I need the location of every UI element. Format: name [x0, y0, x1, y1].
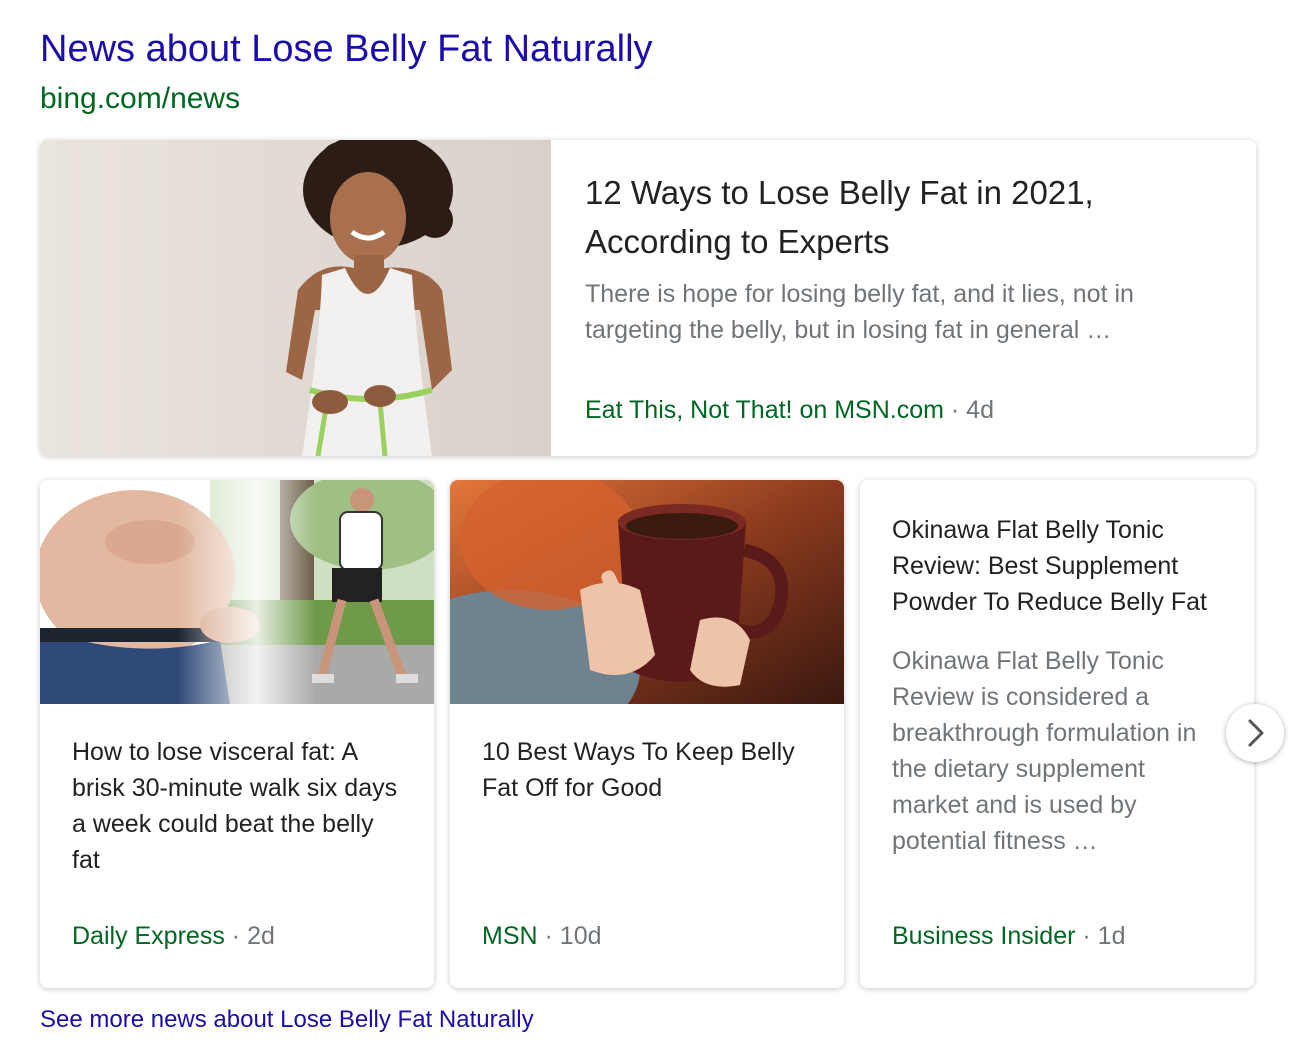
- featured-headline[interactable]: 12 Ways to Lose Belly Fat in 2021, Accor…: [585, 168, 1205, 266]
- chevron-right-icon: [1248, 719, 1264, 747]
- see-more-news-link[interactable]: See more news about Lose Belly Fat Natur…: [40, 1006, 534, 1034]
- featured-snippet: There is hope for losing belly fat, and …: [585, 280, 1134, 344]
- card-3-headline[interactable]: Okinawa Flat Belly Tonic Review: Best Su…: [892, 512, 1222, 620]
- card-1-source[interactable]: Daily Express: [72, 922, 225, 950]
- featured-source[interactable]: Eat This, Not That! on MSN.com: [585, 396, 944, 424]
- news-card-3[interactable]: Okinawa Flat Belly Tonic Review: Best Su…: [860, 480, 1254, 988]
- card-3-source[interactable]: Business Insider: [892, 922, 1075, 950]
- news-card-1[interactable]: How to lose visceral fat: A brisk 30-min…: [40, 480, 434, 988]
- source-url: bing.com/news: [40, 82, 241, 115]
- woman-measuring-waist-image[interactable]: [40, 140, 551, 456]
- belly-and-walking-man-image[interactable]: [40, 480, 434, 704]
- featured-source-line: Eat This, Not That! on MSN.com · 4d: [585, 396, 994, 425]
- separator: ·: [231, 922, 241, 950]
- card-2-headline[interactable]: 10 Best Ways To Keep Belly Fat Off for G…: [482, 734, 817, 806]
- card-3-age: 1d: [1097, 922, 1126, 950]
- card-2-source[interactable]: MSN: [482, 922, 538, 950]
- card-2-age: 10d: [559, 922, 602, 950]
- carousel-next-button[interactable]: [1226, 704, 1284, 762]
- separator: ·: [544, 922, 553, 950]
- separator: ·: [1082, 922, 1091, 950]
- hands-holding-tea-cup-image[interactable]: [450, 480, 844, 704]
- card-3-source-line: Business Insider · 1d: [892, 922, 1125, 951]
- separator: ·: [950, 396, 960, 424]
- news-card-2[interactable]: 10 Best Ways To Keep Belly Fat Off for G…: [450, 480, 844, 988]
- card-1-source-line: Daily Express · 2d: [72, 922, 275, 951]
- featured-age: 4d: [966, 396, 994, 424]
- card-1-headline[interactable]: How to lose visceral fat: A brisk 30-min…: [72, 734, 407, 878]
- card-1-age: 2d: [247, 922, 275, 950]
- card-3-snippet: Okinawa Flat Belly Tonic Review is consi…: [892, 647, 1197, 855]
- card-2-source-line: MSN · 10d: [482, 922, 602, 951]
- featured-news-card[interactable]: 12 Ways to Lose Belly Fat in 2021, Accor…: [40, 140, 1256, 456]
- news-section-title[interactable]: News about Lose Belly Fat Naturally: [40, 28, 653, 71]
